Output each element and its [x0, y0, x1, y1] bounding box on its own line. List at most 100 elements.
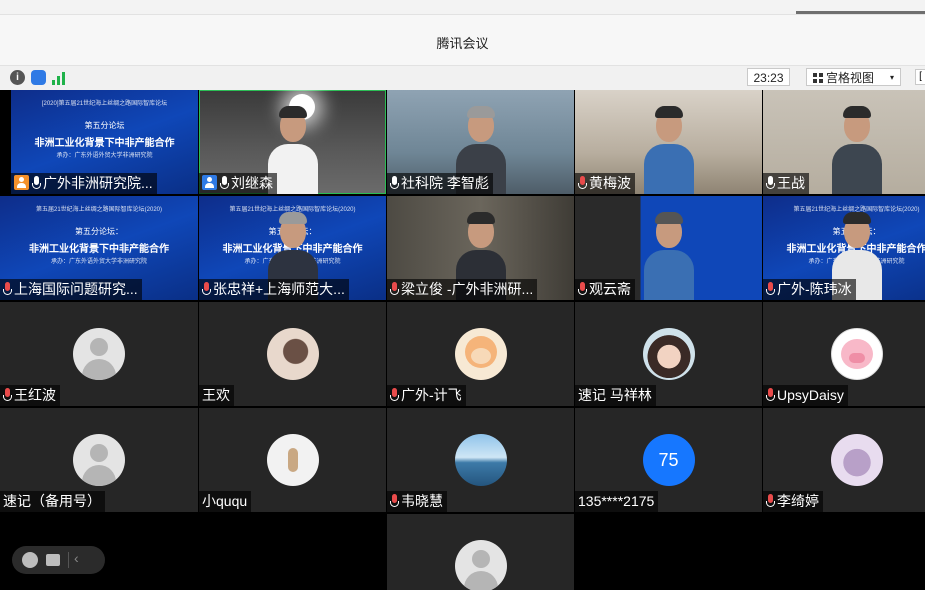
participant-name: 王战	[777, 175, 805, 191]
chat-icon[interactable]	[46, 554, 60, 566]
participant-tile[interactable]: 李绮婷	[763, 408, 925, 512]
avatar	[266, 434, 319, 486]
avatar	[454, 328, 507, 380]
participant-name-bar: 刘继森	[199, 173, 277, 194]
avatar	[830, 434, 883, 486]
banner-line: 第五分论坛：	[75, 227, 123, 236]
participant-name: 135****2175	[578, 493, 655, 509]
participant-name: 黄梅波	[589, 175, 631, 191]
participant-tile[interactable]: 王红波	[0, 302, 198, 406]
participant-name-bar: 张忠祥+上海师范大...	[199, 279, 349, 300]
participant-name: 速记 马祥林	[578, 387, 652, 403]
participant-tile[interactable]: 王欢	[199, 302, 386, 406]
view-mode-button[interactable]: 宫格视图 ▾	[806, 68, 901, 86]
signal-icon[interactable]	[52, 71, 68, 85]
participant-name-bar: 广外非洲研究院...	[11, 173, 157, 194]
mic-off-icon	[390, 494, 399, 508]
avatar	[73, 328, 125, 380]
participant-video	[643, 106, 694, 194]
participant-tile[interactable]: 速记 马祥林	[575, 302, 762, 406]
view-mode-label: 宫格视图	[826, 71, 875, 85]
participant-tile[interactable]	[387, 514, 574, 590]
participant-name: 刘继森	[231, 175, 273, 191]
participant-name-bar: UpsyDaisy	[763, 385, 848, 406]
participant-name: 梁立俊 -广外非洲研...	[401, 281, 534, 297]
mic-off-icon	[766, 388, 775, 402]
mic-on-icon	[32, 176, 41, 190]
mic-off-icon	[390, 282, 399, 296]
participant-name: 广外-陈玮冰	[777, 281, 852, 297]
banner-line: 承办：广东外语外贸大学非洲研究院	[56, 153, 153, 159]
floating-controls[interactable]: ‹	[12, 546, 105, 574]
mic-off-icon	[390, 388, 399, 402]
avatar	[830, 328, 883, 380]
avatar	[642, 328, 695, 380]
top-strip	[0, 0, 925, 15]
emoji-icon[interactable]	[22, 552, 38, 568]
participant-name: 观云斋	[589, 281, 631, 297]
meeting-timer: 23:23	[747, 68, 790, 86]
participant-name: 速记（备用号）	[3, 493, 101, 509]
banner-line: 非洲工业化背景下中非产能合作	[34, 138, 175, 149]
mic-off-icon	[3, 282, 12, 296]
banner-line: 第五分论坛	[84, 121, 125, 130]
participant-tile[interactable]: UpsyDaisy	[763, 302, 925, 406]
participant-tile[interactable]: 观云斋	[575, 196, 762, 300]
mic-off-icon	[3, 388, 12, 402]
avatar	[454, 434, 507, 486]
banner-line: 承办：广东外语外贸大学非洲研究院	[50, 259, 147, 265]
collapse-icon[interactable]: ‹	[74, 550, 79, 566]
participant-tile[interactable]: 广外-计飞	[387, 302, 574, 406]
participant-tile[interactable]: 梁立俊 -广外非洲研...	[387, 196, 574, 300]
participant-name: 王欢	[202, 387, 230, 403]
participant-name-bar: 小ququ	[199, 491, 252, 512]
participant-name: 上海国际问题研究...	[14, 281, 138, 297]
fullscreen-button[interactable]: [	[915, 69, 925, 85]
banner-line: 非洲工业化背景下中非产能合作	[29, 244, 169, 255]
mic-on-icon	[220, 176, 229, 190]
participant-tile[interactable]: 速记（备用号）	[0, 408, 198, 512]
participant-name-bar: 135****2175	[575, 491, 659, 512]
banner-line: 第五届21世纪海上丝绸之路国际智库论坛(2020)	[35, 207, 163, 213]
participant-tile[interactable]: 韦晓慧	[387, 408, 574, 512]
video-grid: [2020]第五届21世纪海上丝绸之路国际智库论坛 第五分论坛 非洲工业化背景下…	[0, 90, 925, 590]
participant-tile[interactable]: 75 135****2175	[575, 408, 762, 512]
participant-name-bar: 观云斋	[575, 279, 635, 300]
participant-tile[interactable]: 第五届21世纪海上丝绸之路国际智库论坛(2020) 第五分论坛： 非洲工业化背景…	[199, 196, 386, 300]
mic-off-icon	[578, 176, 587, 190]
participant-name-bar: 黄梅波	[575, 173, 635, 194]
shield-icon[interactable]	[31, 70, 46, 85]
participant-tile[interactable]: 小ququ	[199, 408, 386, 512]
participant-name-bar: 广外-计飞	[387, 385, 466, 406]
participant-name-bar: 李绮婷	[763, 491, 823, 512]
participant-tile[interactable]: 第五届21世纪海上丝绸之路国际智库论坛(2020) 第五分论坛： 非洲工业化背景…	[763, 196, 925, 300]
host-icon	[14, 175, 29, 190]
participant-tile[interactable]: 王战	[763, 90, 925, 194]
mic-on-icon	[390, 176, 399, 190]
participant-name: 广外非洲研究院...	[43, 175, 153, 191]
mic-off-icon	[578, 282, 587, 296]
participant-name-bar: 王欢	[199, 385, 234, 406]
participant-name: 张忠祥+上海师范大...	[213, 281, 345, 297]
participant-name-bar: 上海国际问题研究...	[0, 279, 142, 300]
participant-name-bar: 王战	[763, 173, 809, 194]
participant-name-bar: 韦晓慧	[387, 491, 447, 512]
participant-tile[interactable]: 黄梅波	[575, 90, 762, 194]
participant-tile[interactable]: 刘继森	[199, 90, 386, 194]
info-icon[interactable]: i	[10, 70, 25, 85]
participant-name: 李绮婷	[777, 493, 819, 509]
participant-video	[831, 106, 882, 194]
banner-line: [2020]第五届21世纪海上丝绸之路国际智库论坛	[41, 101, 168, 107]
participant-tile[interactable]: 第五届21世纪海上丝绸之路国际智库论坛(2020) 第五分论坛： 非洲工业化背景…	[0, 196, 198, 300]
participant-tile[interactable]: [2020]第五届21世纪海上丝绸之路国际智库论坛 第五分论坛 非洲工业化背景下…	[11, 90, 198, 194]
avatar: 75	[642, 434, 695, 486]
participant-tile[interactable]: 社科院 李智彪	[387, 90, 574, 194]
participant-name: 小ququ	[202, 493, 248, 509]
participant-name: 广外-计飞	[401, 387, 462, 403]
participant-name-bar: 梁立俊 -广外非洲研...	[387, 279, 538, 300]
participant-name-bar: 广外-陈玮冰	[763, 279, 856, 300]
participant-name: 王红波	[14, 387, 56, 403]
title-bar: 腾讯会议	[0, 14, 925, 66]
avatar	[266, 328, 319, 380]
participant-name-bar: 速记 马祥林	[575, 385, 656, 406]
